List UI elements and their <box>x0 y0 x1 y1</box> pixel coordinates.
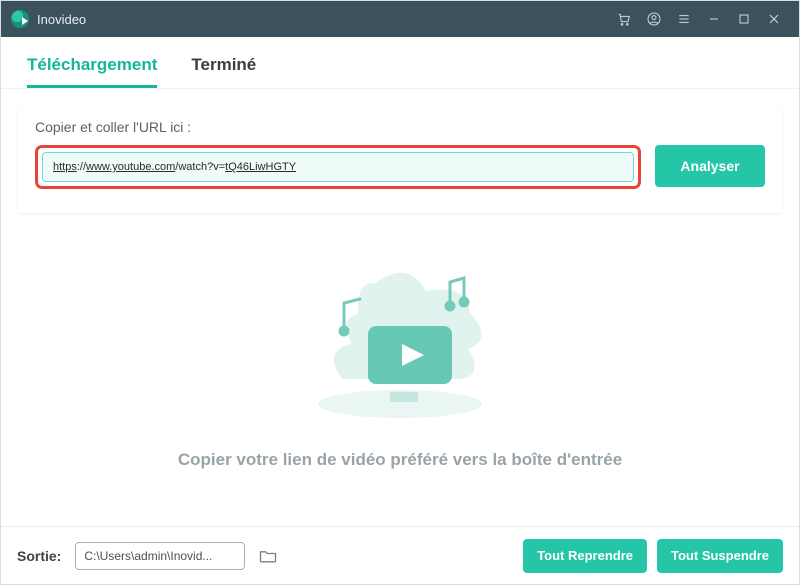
empty-state-hint: Copier votre lien de vidéo préféré vers … <box>178 450 622 470</box>
footer-bar: Sortie: C:\Users\admin\Inovid... Tout Re… <box>1 526 799 584</box>
close-icon[interactable] <box>759 4 789 34</box>
titlebar: Inovideo <box>1 1 799 37</box>
cart-icon[interactable] <box>609 4 639 34</box>
url-part-scheme: https <box>53 161 77 173</box>
tab-row: Téléchargement Terminé <box>1 37 799 89</box>
browse-folder-button[interactable] <box>255 543 281 569</box>
url-highlight-box: https://www.youtube.com/watch?v=tQ46LiwH… <box>35 145 641 189</box>
suspend-all-button[interactable]: Tout Suspendre <box>657 539 783 573</box>
user-icon[interactable] <box>639 4 669 34</box>
analyze-button[interactable]: Analyser <box>655 145 765 187</box>
menu-icon[interactable] <box>669 4 699 34</box>
app-title: Inovideo <box>37 12 86 27</box>
tab-download[interactable]: Téléchargement <box>27 55 157 88</box>
maximize-icon[interactable] <box>729 4 759 34</box>
url-input-row: https://www.youtube.com/watch?v=tQ46LiwH… <box>35 145 765 189</box>
tab-finished[interactable]: Terminé <box>191 55 256 88</box>
url-part-domain: www.youtube.com <box>86 161 175 173</box>
url-part-path: /watch?v= <box>175 161 225 173</box>
url-input[interactable]: https://www.youtube.com/watch?v=tQ46LiwH… <box>42 152 634 182</box>
url-part-sep: :// <box>77 161 86 173</box>
content-area: Copier et coller l'URL ici : https://www… <box>1 89 799 526</box>
url-part-videoid: tQ46LiwHGTY <box>225 161 296 173</box>
url-input-card: Copier et coller l'URL ici : https://www… <box>17 105 783 213</box>
output-label: Sortie: <box>17 548 61 564</box>
output-path-field[interactable]: C:\Users\admin\Inovid... <box>75 542 245 570</box>
video-illustration-icon <box>290 254 510 424</box>
url-input-label: Copier et coller l'URL ici : <box>35 119 765 135</box>
app-logo-icon <box>11 10 29 28</box>
empty-state: Copier votre lien de vidéo préféré vers … <box>17 213 783 510</box>
app-window: Inovideo Téléchargement Terminé Copier e… <box>0 0 800 585</box>
folder-icon <box>258 546 278 566</box>
resume-all-button[interactable]: Tout Reprendre <box>523 539 647 573</box>
minimize-icon[interactable] <box>699 4 729 34</box>
